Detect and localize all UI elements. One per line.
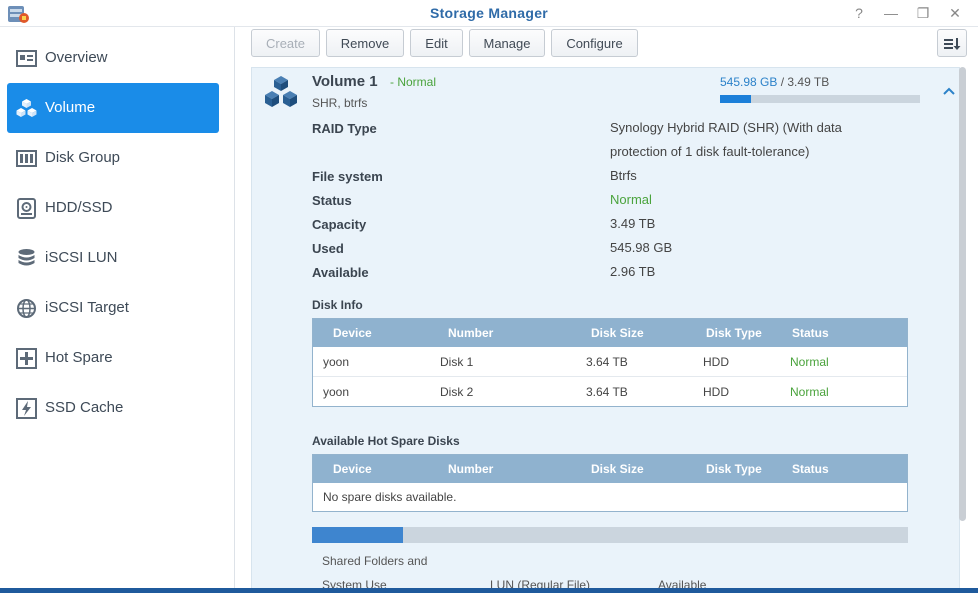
help-button[interactable]: ? — [850, 4, 868, 22]
table-row[interactable]: yoon Disk 1 3.64 TB HDD Normal — [313, 347, 907, 376]
column-header[interactable]: Status — [792, 462, 829, 476]
sidebar-item-label: Overview — [45, 49, 108, 66]
table-header: Device Number Disk Size Disk Type Status — [313, 319, 907, 347]
hot-spare-icon — [16, 348, 37, 369]
volume-name: Volume 1 — [312, 73, 378, 90]
prop-value-file-system: Btrfs — [610, 168, 637, 183]
sidebar-item-iscsi-target[interactable]: iSCSI Target — [7, 283, 219, 333]
column-header[interactable]: Disk Size — [591, 462, 644, 476]
prop-label-file-system: File system — [312, 169, 383, 184]
window-title: Storage Manager — [429, 5, 549, 21]
hdd-icon — [17, 198, 36, 219]
column-header[interactable]: Disk Type — [706, 462, 762, 476]
configure-button[interactable]: Configure — [551, 29, 638, 57]
scrollbar[interactable] — [959, 67, 966, 521]
prop-label-used: Used — [312, 241, 344, 256]
cell-number: Disk 2 — [440, 385, 474, 399]
volume-status: - Normal — [390, 75, 437, 89]
cell-number: Disk 1 — [440, 355, 474, 369]
usage-bar — [720, 95, 920, 103]
empty-message: No spare disks available. — [323, 490, 457, 504]
alloc-label-shared-1: Shared Folders and — [322, 554, 428, 568]
sort-button[interactable] — [937, 29, 967, 57]
cell-status: Normal — [790, 355, 829, 369]
create-button[interactable]: Create — [251, 29, 320, 57]
main-content: Create Remove Edit Manage Configure Volu… — [235, 27, 978, 593]
remove-button[interactable]: Remove — [326, 29, 404, 57]
volume-icon — [16, 99, 37, 117]
column-header[interactable]: Status — [792, 326, 829, 340]
cell-disk-type: HDD — [703, 385, 729, 399]
sidebar-item-volume[interactable]: Volume — [7, 83, 219, 133]
maximize-button[interactable]: ❐ — [914, 4, 932, 22]
hot-spare-title: Available Hot Spare Disks — [312, 434, 460, 448]
cell-disk-size: 3.64 TB — [586, 385, 628, 399]
volume-subtitle: SHR, btrfs — [312, 96, 368, 110]
edit-button[interactable]: Edit — [410, 29, 463, 57]
column-header[interactable]: Number — [448, 326, 493, 340]
sidebar-item-label: HDD/SSD — [45, 199, 113, 216]
collapse-chevron-icon[interactable] — [942, 86, 956, 96]
disk-group-icon — [16, 150, 37, 167]
disk-info-title: Disk Info — [312, 298, 363, 312]
usage-fill — [720, 95, 752, 103]
iscsi-lun-icon — [18, 249, 35, 266]
prop-label-status: Status — [312, 193, 352, 208]
iscsi-target-icon — [17, 299, 36, 318]
column-header[interactable]: Device — [333, 326, 372, 340]
close-button[interactable]: ✕ — [946, 4, 964, 22]
prop-value-capacity: 3.49 TB — [610, 216, 656, 231]
empty-row: No spare disks available. — [313, 483, 907, 511]
allocation-bar — [312, 527, 908, 543]
column-header[interactable]: Device — [333, 462, 372, 476]
cell-device: yoon — [323, 355, 350, 369]
sidebar-item-label: Volume — [45, 99, 96, 116]
prop-label-available: Available — [312, 265, 369, 280]
volume-panel: Volume 1 - Normal SHR, btrfs 545.98 GB /… — [251, 67, 960, 593]
sidebar-item-iscsi-lun[interactable]: iSCSI LUN — [7, 233, 219, 283]
sort-icon — [944, 38, 961, 50]
sidebar-item-disk-group[interactable]: Disk Group — [7, 133, 219, 183]
table-header: Device Number Disk Size Disk Type Status — [313, 455, 907, 483]
column-header[interactable]: Disk Size — [591, 326, 644, 340]
column-header[interactable]: Number — [448, 462, 493, 476]
prop-label-raid-type: RAID Type — [312, 121, 377, 136]
cell-disk-type: HDD — [703, 355, 729, 369]
table-row[interactable]: yoon Disk 2 3.64 TB HDD Normal — [313, 376, 907, 406]
ssd-cache-icon — [16, 398, 37, 419]
disk-info-table: Device Number Disk Size Disk Type Status… — [312, 318, 908, 407]
prop-value-available: 2.96 TB — [610, 264, 656, 279]
prop-value-used: 545.98 GB — [610, 240, 673, 255]
column-header[interactable]: Disk Type — [706, 326, 762, 340]
hot-spare-table: Device Number Disk Size Disk Type Status… — [312, 454, 908, 512]
manage-button[interactable]: Manage — [469, 29, 545, 57]
sidebar-item-hot-spare[interactable]: Hot Spare — [7, 333, 219, 383]
sidebar-item-label: SSD Cache — [45, 399, 124, 416]
cell-status: Normal — [790, 385, 829, 399]
sidebar-item-ssd-cache[interactable]: SSD Cache — [7, 383, 219, 433]
sidebar-item-label: iSCSI LUN — [45, 249, 118, 266]
usage-text: 545.98 GB / 3.49 TB — [720, 75, 829, 89]
bottom-strip — [0, 588, 978, 593]
sidebar-item-label: iSCSI Target — [45, 299, 129, 316]
cell-device: yoon — [323, 385, 350, 399]
cell-disk-size: 3.64 TB — [586, 355, 628, 369]
prop-label-capacity: Capacity — [312, 217, 367, 232]
sidebar-item-overview[interactable]: Overview — [7, 33, 219, 83]
usage-total: / 3.49 TB — [780, 75, 830, 89]
sidebar-item-label: Hot Spare — [45, 349, 113, 366]
overview-icon — [16, 50, 37, 67]
sidebar-item-hdd-ssd[interactable]: HDD/SSD — [7, 183, 219, 233]
sidebar-item-label: Disk Group — [45, 149, 121, 166]
usage-used: 545.98 GB — [720, 75, 778, 89]
prop-value-raid-type: Synology Hybrid RAID (SHR) (With data pr… — [610, 120, 842, 159]
title-bar: Storage Manager ? — ❐ ✕ — [0, 0, 978, 27]
allocation-fill — [312, 527, 403, 543]
minimize-button[interactable]: — — [882, 4, 900, 22]
sidebar: Overview Volume Disk Group HDD/SSD iSCSI… — [0, 27, 235, 593]
volume-cube-icon — [265, 76, 297, 107]
prop-value-status: Normal — [610, 192, 652, 207]
